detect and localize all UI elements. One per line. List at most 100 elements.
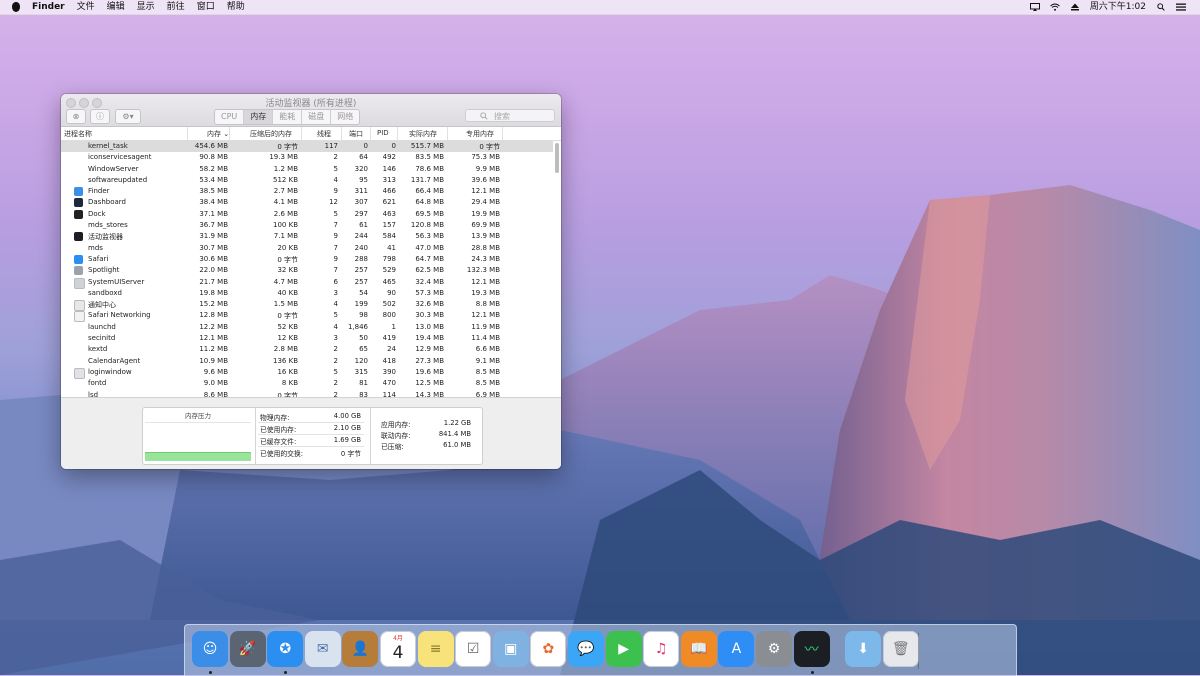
apple-menu-icon[interactable]: [12, 2, 20, 12]
column-memory[interactable]: 内存 ⌄: [207, 129, 229, 139]
tab-disk[interactable]: 磁盘: [302, 110, 332, 124]
preview-icon[interactable]: ▣: [492, 631, 529, 667]
mail-icon[interactable]: ✉: [304, 631, 341, 667]
ibooks-icon[interactable]: 📖: [680, 631, 717, 667]
appstore-icon[interactable]: A: [718, 631, 755, 667]
safari-icon[interactable]: ✪: [267, 631, 304, 667]
table-row[interactable]: Safari Networking 12.8 MB 0 字节 5 98 800 30.3 M…: [61, 310, 553, 323]
process-name: mds: [88, 243, 103, 252]
table-row[interactable]: Safari 30.6 MB 0 字节 9 288 798 64.7 MB 24.3 MB: [61, 254, 553, 265]
column-compressed-memory[interactable]: 压缩后的内存: [250, 129, 292, 139]
messages-icon[interactable]: 💬: [568, 631, 604, 667]
threads-value: 9: [333, 232, 338, 241]
activity-monitor-icon[interactable]: 〰: [793, 631, 830, 667]
memory-value: 12.1 MB: [199, 334, 228, 343]
menubar-clock[interactable]: 周六下午1:02: [1090, 0, 1146, 14]
photos-icon[interactable]: ✿: [530, 631, 567, 667]
calendar-icon[interactable]: 4月 4: [380, 631, 416, 667]
column-process-name[interactable]: 进程名称: [64, 129, 92, 139]
column-threads[interactable]: 线程: [317, 129, 331, 139]
table-row[interactable]: Spotlight 22.0 MB 32 KB 7 257 529 62.5 MB 132.3…: [61, 265, 553, 276]
process-name: Finder: [88, 187, 110, 196]
menu-window[interactable]: 窗口: [197, 0, 215, 14]
inspect-process-button[interactable]: ⓘ: [90, 109, 110, 124]
table-row[interactable]: WindowServer 58.2 MB 1.2 MB 5 320 146 78.6 MB 9…: [61, 164, 553, 175]
tab-energy[interactable]: 能耗: [273, 110, 303, 124]
menu-app-name[interactable]: Finder: [32, 0, 65, 14]
search-input[interactable]: 搜索: [465, 109, 555, 122]
menu-edit[interactable]: 编辑: [107, 0, 125, 14]
tab-memory[interactable]: 内存: [244, 110, 274, 124]
compressed-value: 136 KB: [273, 356, 298, 365]
process-name: Dashboard: [88, 198, 126, 207]
launchpad-icon[interactable]: 🚀: [229, 631, 266, 667]
column-ports[interactable]: 端口: [349, 129, 363, 139]
table-row[interactable]: kernel_task 454.6 MB 0 字节 117 0 0 515.7 MB 0 字节: [61, 141, 553, 153]
menu-help[interactable]: 帮助: [227, 0, 245, 14]
table-row[interactable]: Finder 38.5 MB 2.7 MB 9 311 466 66.4 MB 12.1 MB: [61, 186, 553, 197]
table-row[interactable]: fontd 9.0 MB 8 KB 2 81 470 12.5 MB 8.5 MB: [61, 378, 553, 389]
real-memory-value: 32.6 MB: [415, 300, 444, 309]
menu-file[interactable]: 文件: [77, 0, 95, 14]
table-row[interactable]: secinitd 12.1 MB 12 KB 3 50 419 19.4 MB 11.4 MB: [61, 333, 553, 344]
memory-value: 58.2 MB: [199, 164, 228, 173]
column-real-memory[interactable]: 实际内存: [409, 129, 437, 139]
tab-cpu[interactable]: CPU: [215, 110, 245, 124]
pid-value: 621: [382, 198, 396, 207]
ports-value: 307: [354, 198, 368, 207]
tab-network[interactable]: 网络: [331, 110, 359, 124]
table-row[interactable]: Dashboard 38.4 MB 4.1 MB 12 307 621 64.8 MB 29.…: [61, 197, 553, 208]
table-row[interactable]: mds 30.7 MB 20 KB 7 240 41 47.0 MB 28.8 MB: [61, 243, 553, 254]
itunes-icon[interactable]: ♫: [643, 631, 680, 667]
table-row[interactable]: launchd 12.2 MB 52 KB 4 1,846 1 13.0 MB 11.9 MB: [61, 322, 553, 333]
private-memory-value: 29.4 MB: [471, 198, 500, 207]
menu-view[interactable]: 显示: [137, 0, 155, 14]
facetime-icon[interactable]: ▶: [605, 631, 642, 667]
column-private-memory[interactable]: 专用内存: [466, 129, 494, 139]
table-row[interactable]: Dock 37.1 MB 2.6 MB 5 297 463 69.5 MB 19.9 MB: [61, 209, 553, 220]
activity-app-icon: [74, 232, 83, 242]
table-row[interactable]: mds_stores 36.7 MB 100 KB 7 61 157 120.8 MB 69.…: [61, 220, 553, 231]
pid-value: 24: [387, 345, 396, 354]
pid-value: 466: [382, 187, 396, 196]
system-preferences-icon[interactable]: ⚙: [756, 631, 792, 667]
airplay-icon[interactable]: [1029, 3, 1040, 11]
table-row[interactable]: lsd 8.6 MB 0 字节 2 83 114 14.3 MB 6.9 MB: [61, 390, 553, 397]
table-row[interactable]: 活动监视器 31.9 MB 7.1 MB 9 244 584 56.3 MB 13.9 MB: [61, 231, 553, 242]
table-row[interactable]: 通知中心 15.2 MB 1.5 MB 4 199 502 32.6 MB 8.8 MB: [61, 299, 553, 312]
trash-icon[interactable]: 🗑: [882, 631, 919, 667]
table-scrollbar[interactable]: [555, 143, 559, 173]
memory-value: 9.0 MB: [203, 379, 228, 388]
threads-value: 4: [333, 322, 338, 331]
wifi-icon[interactable]: [1049, 3, 1060, 11]
activity-monitor-window: 活动监视器 (所有进程) ⊗ ⓘ ⚙▾ CPU 内存 能耗 磁盘 网络 搜索 进…: [61, 94, 561, 469]
menu-go[interactable]: 前往: [167, 0, 185, 14]
column-pid[interactable]: PID: [377, 129, 389, 137]
compressed-value: 2.7 MB: [273, 187, 298, 196]
quit-process-button[interactable]: ⊗: [66, 109, 86, 124]
running-indicator: [284, 671, 288, 674]
downloads-folder-icon[interactable]: ⬇: [845, 631, 882, 667]
table-row[interactable]: softwareupdated 53.4 MB 512 KB 4 95 313 131.7 …: [61, 175, 553, 186]
spotlight-search-icon[interactable]: [1156, 3, 1166, 11]
table-row[interactable]: kextd 11.2 MB 2.8 MB 2 65 24 12.9 MB 6.6 MB: [61, 344, 553, 355]
reminders-icon[interactable]: ☑: [455, 631, 492, 667]
table-row[interactable]: CalendarAgent 10.9 MB 136 KB 2 120 418 27.3 MB…: [61, 356, 553, 367]
table-row[interactable]: loginwindow 9.6 MB 16 KB 5 315 390 19.6 MB 8.5 …: [61, 367, 553, 379]
action-menu-button[interactable]: ⚙▾: [115, 109, 141, 124]
table-row[interactable]: sandboxd 19.8 MB 40 KB 3 54 90 57.3 MB 19.3 MB: [61, 288, 553, 299]
memory-value: 12.8 MB: [199, 311, 228, 320]
notification-center-icon[interactable]: [1176, 3, 1186, 11]
contacts-icon[interactable]: 👤: [342, 631, 379, 667]
finder-icon[interactable]: ☺: [192, 631, 228, 667]
process-name: 活动监视器: [88, 233, 123, 242]
real-memory-value: 19.4 MB: [415, 334, 444, 343]
table-row[interactable]: SystemUIServer 21.7 MB 4.7 MB 6 257 465 32.4 M…: [61, 277, 553, 289]
eject-icon[interactable]: [1070, 3, 1080, 11]
view-tabs: CPU 内存 能耗 磁盘 网络: [214, 109, 361, 125]
private-memory-value: 8.8 MB: [475, 300, 500, 309]
threads-value: 4: [333, 175, 338, 184]
real-memory-value: 13.0 MB: [415, 322, 444, 331]
notes-icon[interactable]: ≡: [417, 631, 454, 667]
table-row[interactable]: iconservicesagent 90.8 MB 19.3 MB 2 64 492 83.…: [61, 152, 553, 163]
